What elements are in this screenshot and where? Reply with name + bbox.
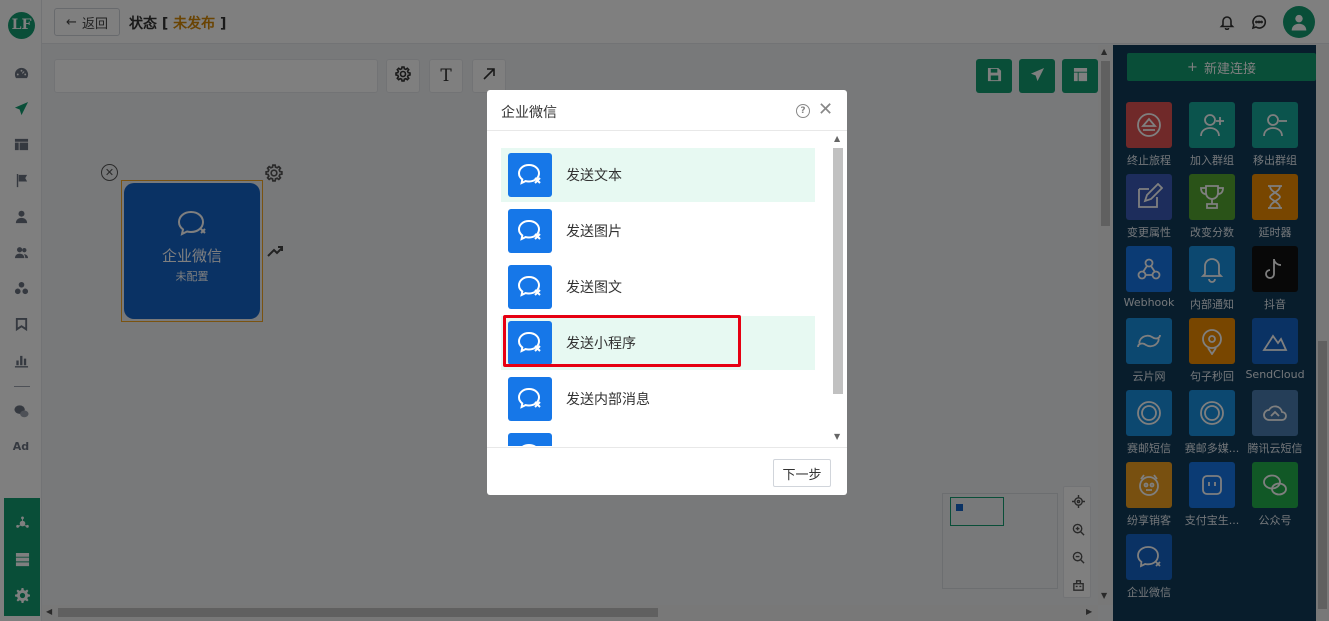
action-item-label: 发送内部消息	[566, 392, 650, 408]
close-icon[interactable]: ✕	[818, 101, 833, 119]
dialog-footer: 下一步	[487, 447, 847, 495]
dialog-scrollbar[interactable]: ▲ ▼	[831, 132, 845, 446]
action-item-label: 发送图片	[566, 224, 622, 240]
wecom-icon	[508, 377, 552, 421]
action-item[interactable]	[501, 428, 815, 446]
wecom-action-dialog: 企业微信 ? ✕ 发送文本 发送图片 发送图文 发送小程序 发送内部消息 ▲ ▼ 下一步	[487, 90, 847, 495]
wecom-icon	[508, 153, 552, 197]
action-item[interactable]: 发送文本	[501, 148, 815, 202]
action-list: 发送文本 发送图片 发送图文 发送小程序 发送内部消息 ▲ ▼	[487, 132, 847, 446]
help-icon[interactable]: ?	[796, 104, 810, 118]
wecom-icon	[508, 265, 552, 309]
dialog-header: 企业微信 ? ✕	[487, 90, 847, 131]
next-step-button[interactable]: 下一步	[773, 459, 831, 487]
action-item-label: 发送文本	[566, 168, 622, 184]
wecom-icon	[508, 433, 552, 446]
highlight-annotation	[503, 315, 741, 367]
action-item[interactable]: 发送图文	[501, 260, 815, 314]
dialog-title: 企业微信	[501, 105, 557, 121]
wecom-icon	[508, 209, 552, 253]
action-item-label: 发送图文	[566, 280, 622, 296]
action-item[interactable]: 发送图片	[501, 204, 815, 258]
action-item[interactable]: 发送内部消息	[501, 372, 815, 426]
